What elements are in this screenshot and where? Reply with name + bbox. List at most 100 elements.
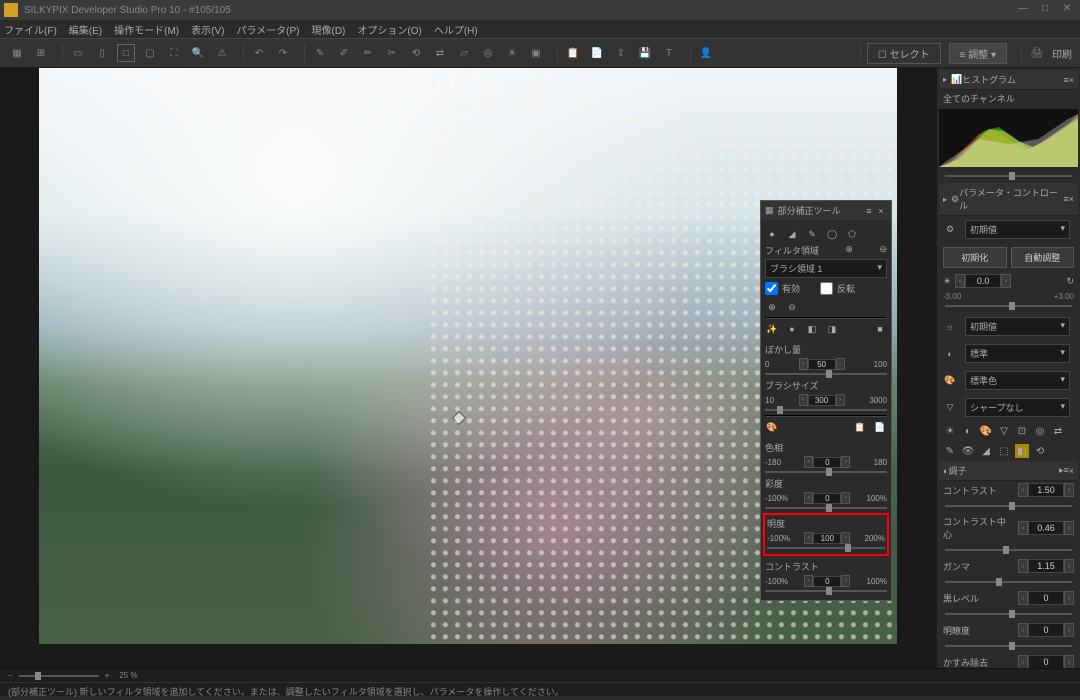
contrast-slider[interactable] [945, 505, 1072, 507]
exposure-inc[interactable]: › [1001, 274, 1011, 288]
black-slider[interactable] [945, 613, 1072, 615]
tool-copy-icon[interactable]: 📋 [564, 44, 582, 62]
gradient-tool-icon[interactable]: ◢ [785, 227, 799, 241]
brushsize-slider[interactable] [765, 409, 887, 411]
param-control-header[interactable]: ▸⚙ パラメータ・コントロール ≡× [939, 183, 1078, 216]
brushsize-input[interactable] [808, 395, 836, 406]
dehaze-input[interactable] [1028, 655, 1064, 668]
saturation-input[interactable] [813, 493, 841, 504]
contrast-input[interactable] [1028, 483, 1064, 497]
tool-retouch1-icon[interactable]: ✎ [311, 44, 329, 62]
print-label[interactable]: 印刷 [1052, 46, 1072, 61]
tool-preview-icon[interactable]: □ [117, 44, 135, 62]
filter-tool1-icon[interactable]: ⊕ [845, 244, 853, 257]
menu-view[interactable]: 表示(V) [191, 22, 224, 37]
adjust-mode-button[interactable]: ≡ 調整 ▾ [949, 43, 1007, 64]
tab2-4-icon[interactable]: ⬚ [997, 444, 1011, 458]
tool-warning-icon[interactable]: ⚠ [213, 44, 231, 62]
tool-undo-icon[interactable]: ↶ [250, 44, 268, 62]
reset-mask-icon[interactable]: ■ [873, 322, 887, 336]
sub-brush-icon[interactable]: ⊖ [785, 300, 799, 314]
clarity-input[interactable] [1028, 623, 1064, 637]
tool-flip-icon[interactable]: ⇄ [431, 44, 449, 62]
tool-thumbnail-icon[interactable]: ▦ [8, 44, 26, 62]
hue-slider[interactable] [765, 471, 887, 473]
wb-std-dropdown[interactable]: 標準▾ [965, 344, 1070, 363]
zoom-slider[interactable] [19, 675, 99, 677]
tool-compose-icon[interactable]: ▣ [527, 44, 545, 62]
brightness-slider[interactable] [767, 547, 885, 549]
histogram-header[interactable]: ▸📊 ヒストグラム ≡× [939, 70, 1078, 90]
select-mode-button[interactable]: ☐ セレクト [867, 43, 941, 64]
tone-header[interactable]: ◐ 調子 ▸≡× [939, 461, 1078, 481]
auto-adjust-button[interactable]: 自動調整 [1011, 247, 1075, 268]
tab-devel-icon[interactable]: ⇄ [1051, 424, 1065, 438]
tool-person-icon[interactable]: 👤 [697, 44, 715, 62]
blur-slider[interactable] [765, 373, 887, 375]
tab-lens-icon[interactable]: ◎ [1033, 424, 1047, 438]
tool-save-icon[interactable]: 💾 [636, 44, 654, 62]
tab-sharp-icon[interactable]: ▽ [997, 424, 1011, 438]
tab2-2-icon[interactable]: 👁 [961, 444, 975, 458]
maximize-button[interactable]: □ [1036, 3, 1054, 17]
add-brush-icon[interactable]: ⊕ [765, 300, 779, 314]
black-input[interactable] [1028, 591, 1064, 605]
tool-paste-icon[interactable]: 📄 [588, 44, 606, 62]
tab-exposure-icon[interactable]: ☀ [943, 424, 957, 438]
adjustment-marker[interactable] [452, 411, 466, 425]
tool-lens-icon[interactable]: ◎ [479, 44, 497, 62]
exposure-input[interactable] [965, 274, 1001, 288]
tool-combo-icon[interactable]: ⊞ [32, 44, 50, 62]
wand-icon[interactable]: ✨ [765, 322, 779, 336]
gamma-input[interactable] [1028, 559, 1064, 573]
wb-preset-dropdown[interactable]: 初期値▾ [965, 317, 1070, 336]
fill-icon[interactable]: ● [785, 322, 799, 336]
wb-color-dropdown[interactable]: 標準色▾ [965, 371, 1070, 390]
menu-option[interactable]: オプション(O) [357, 22, 421, 37]
tool-expand-icon[interactable]: ⛶ [165, 44, 183, 62]
brightness-input[interactable] [813, 533, 841, 544]
tool-hdr-icon[interactable]: ☀ [503, 44, 521, 62]
clarity-slider[interactable] [945, 645, 1072, 647]
circle-tool-icon[interactable]: ● [765, 227, 779, 241]
brush-area-dropdown[interactable]: ブラシ領域 1▾ [765, 259, 887, 278]
preset-dropdown[interactable]: 初期値▾ [965, 220, 1070, 239]
init-button[interactable]: 初期化 [943, 247, 1007, 268]
menu-develop[interactable]: 現像(D) [312, 22, 346, 37]
menu-param[interactable]: パラメータ(P) [236, 22, 299, 37]
contrast-center-input[interactable] [1028, 521, 1064, 535]
exposure-reset-icon[interactable]: ↻ [1066, 276, 1074, 287]
tool-fit-icon[interactable]: ▢ [141, 44, 159, 62]
poly-tool-icon[interactable]: ⬠ [845, 227, 859, 241]
param-copy-icon[interactable]: 📋 [853, 420, 867, 434]
tab-nr-icon[interactable]: ⊡ [1015, 424, 1029, 438]
tool-zoom-icon[interactable]: 🔍 [189, 44, 207, 62]
blur-input[interactable] [808, 359, 836, 370]
enable-checkbox[interactable] [765, 282, 778, 295]
zoom-out-icon[interactable]: − [8, 671, 13, 680]
mask2-icon[interactable]: ◨ [825, 322, 839, 336]
ellipse-tool-icon[interactable]: ◯ [825, 227, 839, 241]
zoom-in-icon[interactable]: + [105, 671, 110, 680]
brush-tool-icon[interactable]: ✎ [805, 227, 819, 241]
tab-wb-icon[interactable]: ◐ [961, 424, 975, 438]
tool-retouch3-icon[interactable]: ✏ [359, 44, 377, 62]
menu-edit[interactable]: 編集(E) [69, 22, 102, 37]
sharp-dropdown[interactable]: シャープなし▾ [965, 398, 1070, 417]
tool-export-icon[interactable]: ⇪ [612, 44, 630, 62]
tool-split-icon[interactable]: ▯ [93, 44, 111, 62]
float-menu-icon[interactable]: ≡ [863, 206, 875, 216]
invert-checkbox[interactable] [820, 282, 833, 295]
tab2-tone-icon[interactable]: ◧ [1015, 444, 1029, 458]
tab2-1-icon[interactable]: ✎ [943, 444, 957, 458]
filter-tool2-icon[interactable]: ⊖ [879, 244, 887, 257]
saturation-slider[interactable] [765, 507, 887, 509]
tool-text-icon[interactable]: T [660, 44, 678, 62]
tool-redo-icon[interactable]: ↷ [274, 44, 292, 62]
tab2-3-icon[interactable]: ◢ [979, 444, 993, 458]
param-palette-icon[interactable]: 🎨 [765, 420, 779, 434]
exposure-slider[interactable] [945, 305, 1072, 307]
float-close-icon[interactable]: × [875, 206, 887, 216]
tool-rotate-icon[interactable]: ⟲ [407, 44, 425, 62]
tool-grid-icon[interactable]: ▭ [69, 44, 87, 62]
